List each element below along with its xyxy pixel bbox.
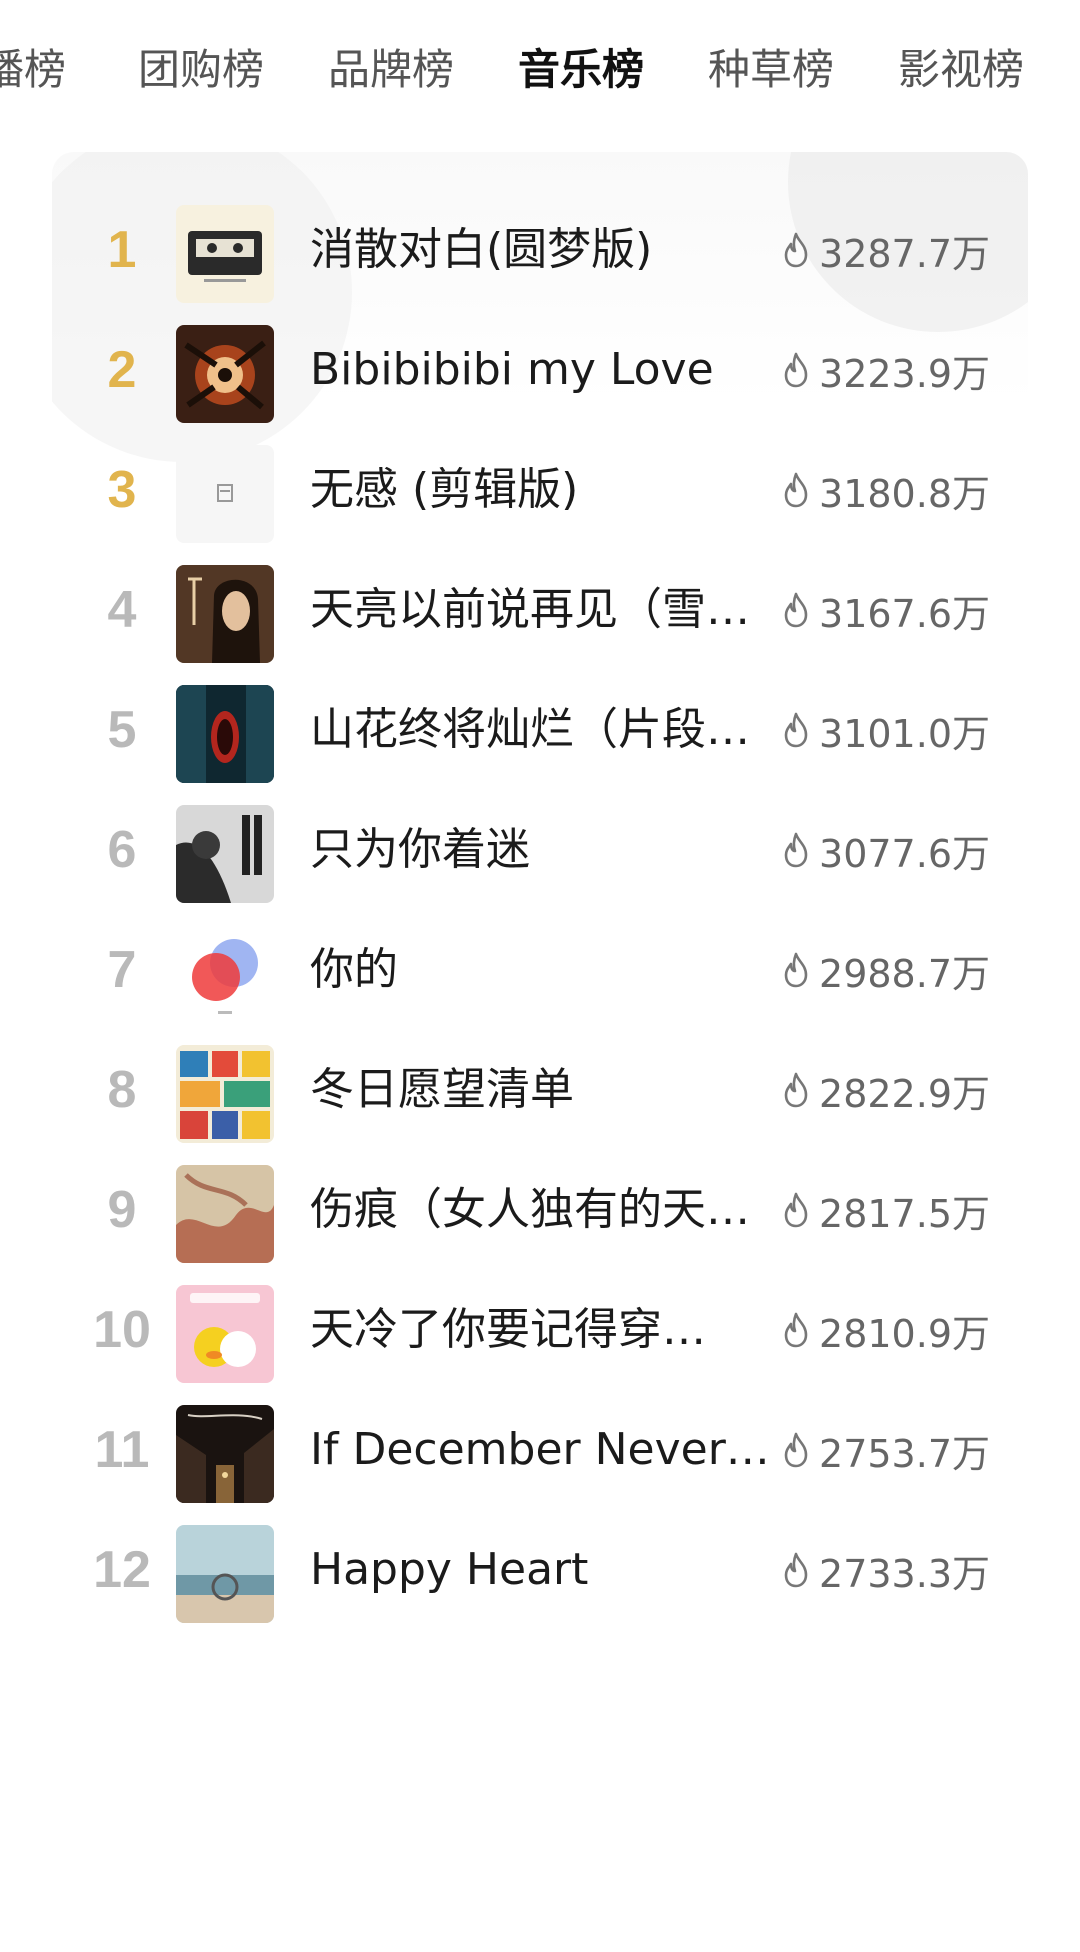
rank-number: 2 <box>107 341 137 399</box>
song-title: 冬日愿望清单 <box>310 1064 574 1115</box>
album-cover <box>176 1525 274 1623</box>
song-title: 无感 (剪辑版) <box>310 464 579 515</box>
fire-icon <box>784 1552 808 1588</box>
heat-count: 2733.3万 <box>819 1551 990 1596</box>
rank-number: 3 <box>107 461 137 519</box>
fire-icon <box>784 232 808 268</box>
tab-group-buy[interactable]: 团购榜 <box>138 38 264 102</box>
fire-icon <box>784 472 808 508</box>
song-title: Bibibibibi my Love <box>310 344 714 395</box>
heat-count: 2817.5万 <box>819 1191 990 1236</box>
fire-icon <box>784 1432 808 1468</box>
heat-count: 2822.9万 <box>819 1071 990 1116</box>
rank-number: 1 <box>107 221 137 279</box>
song-row[interactable]: 9 伤痕（女人独有的天… 2817.5万 <box>52 1150 1028 1270</box>
fire-icon <box>784 352 808 388</box>
fire-icon <box>784 1072 808 1108</box>
heat-value: 3167.6万 <box>770 550 990 670</box>
fire-icon <box>784 952 808 988</box>
heat-value: 3180.8万 <box>770 430 990 550</box>
heat-count: 2988.7万 <box>819 951 990 996</box>
album-cover <box>176 1165 274 1263</box>
heat-count: 3223.9万 <box>819 351 990 396</box>
fire-icon <box>784 832 808 868</box>
heat-value: 3287.7万 <box>770 190 990 310</box>
tab-brand[interactable]: 品牌榜 <box>328 38 454 102</box>
rank-number: 7 <box>107 941 137 999</box>
song-row[interactable]: 11 If December Never… 2753.7万 <box>52 1390 1028 1510</box>
fire-icon <box>784 1192 808 1228</box>
album-cover <box>176 1405 274 1503</box>
heat-value: 3223.9万 <box>770 310 990 430</box>
album-cover <box>176 205 274 303</box>
rank-number: 12 <box>93 1541 151 1599</box>
heat-count: 3101.0万 <box>819 711 990 756</box>
song-title: If December Never… <box>310 1424 770 1475</box>
song-title: 天冷了你要记得穿… <box>310 1304 706 1355</box>
song-title: 山花终将灿烂（片段… <box>310 704 750 755</box>
song-row[interactable]: 5 山花终将灿烂（片段… 3101.0万 <box>52 670 1028 790</box>
music-chart-card: 1 消散对白(圆梦版) 3287.7万 2 Bibibibibi my Love… <box>52 152 1028 1952</box>
song-row[interactable]: 3 无感 (剪辑版) 3180.8万 <box>52 430 1028 550</box>
fire-icon <box>784 712 808 748</box>
heat-count: 2753.7万 <box>819 1431 990 1476</box>
heat-count: 3287.7万 <box>819 231 990 276</box>
song-title: 天亮以前说再见（雪… <box>310 584 750 635</box>
song-row[interactable]: 1 消散对白(圆梦版) 3287.7万 <box>52 190 1028 310</box>
song-title: 你的 <box>310 944 398 995</box>
heat-value: 2822.9万 <box>770 1030 990 1150</box>
album-cover <box>176 685 274 783</box>
album-cover <box>176 1045 274 1143</box>
song-title: 只为你着迷 <box>310 824 530 875</box>
heat-value: 2817.5万 <box>770 1150 990 1270</box>
song-row[interactable]: 2 Bibibibibi my Love 3223.9万 <box>52 310 1028 430</box>
tab-music[interactable]: 音乐榜 <box>518 38 644 102</box>
song-row[interactable]: 6 只为你着迷 3077.6万 <box>52 790 1028 910</box>
rank-number: 6 <box>107 821 137 879</box>
heat-value: 3077.6万 <box>770 790 990 910</box>
heat-value: 2753.7万 <box>770 1390 990 1510</box>
rank-number: 10 <box>93 1301 151 1359</box>
fire-icon <box>784 592 808 628</box>
song-row[interactable]: 4 天亮以前说再见（雪… 3167.6万 <box>52 550 1028 670</box>
rank-number: 9 <box>107 1181 137 1239</box>
tab-seeding[interactable]: 种草榜 <box>708 38 834 102</box>
album-cover <box>176 325 274 423</box>
heat-count: 3167.6万 <box>819 591 990 636</box>
rank-number: 11 <box>94 1421 150 1479</box>
song-title: Happy Heart <box>310 1544 589 1595</box>
album-cover <box>176 805 274 903</box>
song-row[interactable]: 12 Happy Heart 2733.3万 <box>52 1510 1028 1630</box>
heat-value: 2733.3万 <box>770 1510 990 1630</box>
album-cover <box>176 565 274 663</box>
song-title: 消散对白(圆梦版) <box>310 224 653 275</box>
song-row[interactable]: 10 天冷了你要记得穿… 2810.9万 <box>52 1270 1028 1390</box>
song-title: 伤痕（女人独有的天… <box>310 1184 750 1235</box>
chart-tab-bar: 播榜 团购榜 品牌榜 音乐榜 种草榜 影视榜 <box>0 0 1080 140</box>
rank-number: 5 <box>107 701 137 759</box>
album-cover <box>176 925 274 1023</box>
rank-number: 4 <box>107 581 137 639</box>
heat-value: 2810.9万 <box>770 1270 990 1390</box>
heat-count: 3077.6万 <box>819 831 990 876</box>
heat-count: 3180.8万 <box>819 471 990 516</box>
tab-film-tv[interactable]: 影视榜 <box>898 38 1024 102</box>
rank-number: 8 <box>107 1061 137 1119</box>
song-row[interactable]: 7 你的 2988.7万 <box>52 910 1028 1030</box>
album-cover <box>176 1285 274 1383</box>
fire-icon <box>784 1312 808 1348</box>
heat-value: 3101.0万 <box>770 670 990 790</box>
heat-value: 2988.7万 <box>770 910 990 1030</box>
tab-live[interactable]: 播榜 <box>0 38 66 102</box>
album-cover <box>176 445 274 543</box>
heat-count: 2810.9万 <box>819 1311 990 1356</box>
song-row[interactable]: 8 冬日愿望清单 2822.9万 <box>52 1030 1028 1150</box>
